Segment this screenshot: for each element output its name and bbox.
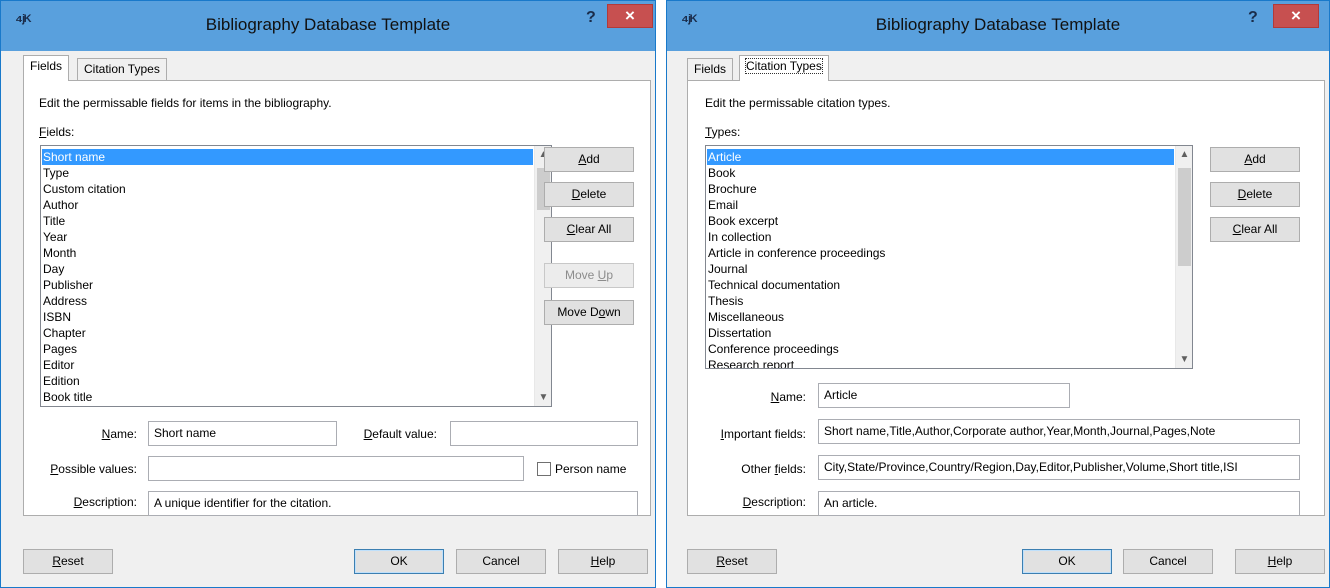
list-item[interactable]: Technical documentation	[707, 277, 1174, 293]
clear-all-button[interactable]: Clear All	[544, 217, 634, 242]
list-item[interactable]: Author	[42, 197, 533, 213]
list-item[interactable]: Type	[42, 165, 533, 181]
fields-panel: Edit the permissable fields for items in…	[23, 80, 651, 516]
important-fields-field[interactable]: Short name,Title,Author,Corporate author…	[818, 419, 1300, 444]
list-item[interactable]: Pages	[42, 341, 533, 357]
window-title: Bibliography Database Template	[875, 15, 1121, 34]
list-item[interactable]: In collection	[707, 229, 1174, 245]
delete-button[interactable]: Delete	[544, 182, 634, 207]
list-item[interactable]: Thesis	[707, 293, 1174, 309]
delete-button[interactable]: Delete	[1210, 182, 1300, 207]
list-item[interactable]: Conference proceedings	[707, 341, 1174, 357]
add-button[interactable]: Add	[544, 147, 634, 172]
scroll-down-icon[interactable]: ▼	[535, 389, 551, 406]
list-item[interactable]: Edition	[42, 373, 533, 389]
help-button[interactable]: Help	[558, 549, 648, 574]
tab-citation-types[interactable]: Citation Types	[77, 58, 167, 80]
tab-fields[interactable]: Fields	[23, 55, 70, 81]
close-icon[interactable]: ×	[607, 4, 653, 28]
title-bar: ⁴ʲᴷ Bibliography Database Template ? ×	[667, 1, 1329, 51]
clear-all-button[interactable]: Clear All	[1210, 217, 1300, 242]
list-item[interactable]: Email	[707, 197, 1174, 213]
scroll-down-icon[interactable]: ▼	[1176, 351, 1192, 368]
list-item[interactable]: Chapter	[42, 325, 533, 341]
person-name-label: Person name	[555, 462, 627, 476]
types-instruction: Edit the permissable citation types.	[705, 96, 891, 110]
possible-values-field[interactable]	[148, 456, 524, 481]
types-list-scrollbar[interactable]: ▲ ▼	[1175, 146, 1192, 368]
description-field[interactable]: A unique identifier for the citation.	[148, 491, 638, 516]
list-item[interactable]: Address	[42, 293, 533, 309]
name-field[interactable]: Short name	[148, 421, 337, 446]
list-item[interactable]: Article in conference proceedings	[707, 245, 1174, 261]
ok-button[interactable]: OK	[354, 549, 444, 574]
citation-types-dialog: ⁴ʲᴷ Bibliography Database Template ? × F…	[666, 0, 1330, 588]
close-icon[interactable]: ×	[1273, 4, 1319, 28]
fields-listbox[interactable]: Short name Type Custom citation Author Title…	[40, 145, 552, 407]
title-bar: ⁴ʲᴷ Bibliography Database Template ? ×	[1, 1, 655, 51]
tab-citation-types[interactable]: Citation Types	[739, 55, 829, 81]
reset-button[interactable]: Reset	[687, 549, 777, 574]
default-value-label: Default value:	[363, 427, 437, 441]
list-item[interactable]: Month	[42, 245, 533, 261]
cancel-button[interactable]: Cancel	[1123, 549, 1213, 574]
important-fields-label: Important fields:	[720, 427, 806, 441]
move-down-button[interactable]: Move Down	[544, 300, 634, 325]
window-title: Bibliography Database Template	[205, 15, 451, 34]
person-name-checkbox[interactable]	[537, 462, 551, 476]
citation-types-panel: Edit the permissable citation types. Typ…	[687, 80, 1325, 516]
description-field[interactable]: An article.	[818, 491, 1300, 516]
name-label: Name:	[770, 390, 806, 404]
other-fields-label: Other fields:	[741, 462, 806, 476]
possible-values-label: Possible values:	[50, 462, 137, 476]
list-item[interactable]: Brochure	[707, 181, 1174, 197]
other-fields-field[interactable]: City,State/Province,Country/Region,Day,E…	[818, 455, 1300, 480]
list-item[interactable]: Day	[42, 261, 533, 277]
types-listbox[interactable]: Article Book Brochure Email Book excerpt In c…	[705, 145, 1193, 369]
list-item[interactable]: Miscellaneous	[707, 309, 1174, 325]
description-label: Description:	[742, 495, 806, 509]
types-list-label: Types:	[705, 125, 741, 139]
list-item[interactable]: ISBN	[42, 309, 533, 325]
ok-button[interactable]: OK	[1022, 549, 1112, 574]
list-item[interactable]: Journal	[707, 261, 1174, 277]
list-item[interactable]: Research report	[707, 357, 1174, 368]
fields-dialog: ⁴ʲᴷ Bibliography Database Template ? × F…	[0, 0, 656, 588]
fields-instruction: Edit the permissable fields for items in…	[39, 96, 332, 110]
list-item[interactable]: Dissertation	[707, 325, 1174, 341]
list-item[interactable]: Year	[42, 229, 533, 245]
cancel-button[interactable]: Cancel	[456, 549, 546, 574]
move-up-button[interactable]: Move Up	[544, 263, 634, 288]
add-button[interactable]: Add	[1210, 147, 1300, 172]
default-value-field[interactable]	[450, 421, 638, 446]
list-item[interactable]: Title	[42, 213, 533, 229]
name-label: Name:	[101, 427, 137, 441]
list-item[interactable]: Article	[707, 149, 1174, 165]
scroll-thumb[interactable]	[1178, 168, 1191, 266]
list-item[interactable]: Book title	[42, 389, 533, 405]
help-button[interactable]: Help	[1235, 549, 1325, 574]
list-item[interactable]: Book	[707, 165, 1174, 181]
list-item[interactable]: Short name	[42, 149, 533, 165]
list-item[interactable]: Publisher	[42, 277, 533, 293]
list-item[interactable]: Book excerpt	[707, 213, 1174, 229]
scroll-up-icon[interactable]: ▲	[1176, 146, 1192, 163]
help-icon[interactable]: ?	[1248, 9, 1258, 27]
fields-list-label: Fields:	[39, 125, 75, 139]
list-item[interactable]: Editor	[42, 357, 533, 373]
reset-button[interactable]: Reset	[23, 549, 113, 574]
tab-fields[interactable]: Fields	[687, 58, 734, 80]
help-icon[interactable]: ?	[586, 9, 596, 27]
description-label: Description:	[73, 495, 137, 509]
name-field[interactable]: Article	[818, 383, 1070, 408]
list-item[interactable]: Custom citation	[42, 181, 533, 197]
